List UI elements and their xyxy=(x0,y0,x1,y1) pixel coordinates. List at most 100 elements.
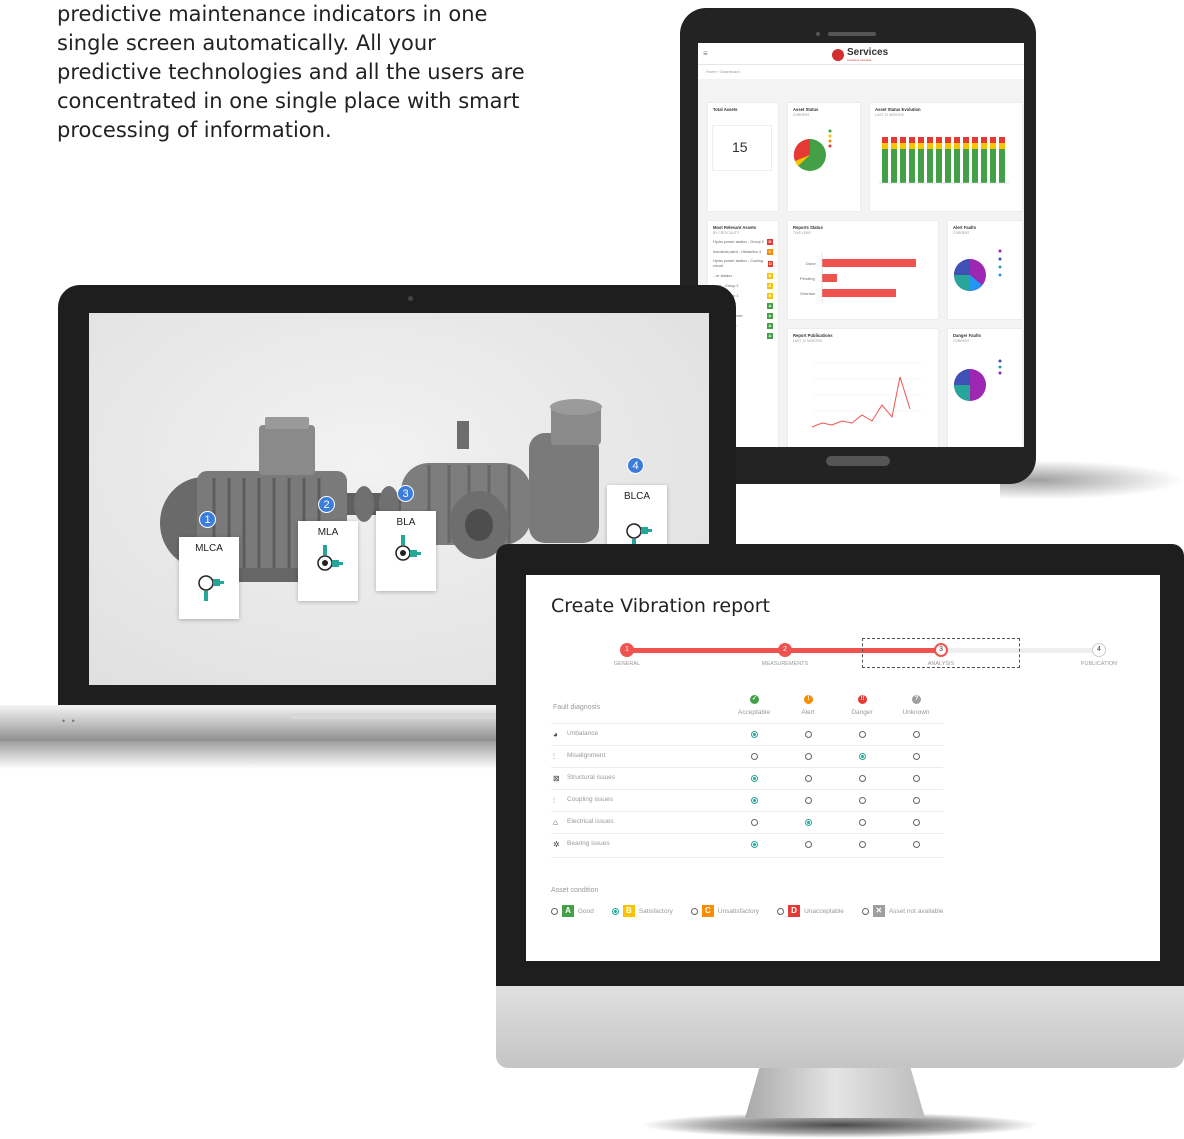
fault-radio-danger[interactable] xyxy=(859,819,866,826)
relevant-asset-item[interactable]: Hydro power station - Group 2D xyxy=(713,239,773,245)
menu-icon[interactable]: ≡ xyxy=(703,49,708,58)
tablet-camera xyxy=(816,32,820,36)
card-subtitle: LAST 12 MONTHS xyxy=(875,113,904,117)
fault-radio-alert[interactable] xyxy=(805,753,812,760)
relevant-asset-item[interactable]: Industrial plant - Hidráulico 4 C xyxy=(713,249,773,255)
tablet-speaker xyxy=(828,32,876,36)
sensor-label: MLA xyxy=(317,527,339,538)
relevant-asset-item[interactable]: ...er station - B xyxy=(713,273,773,279)
laptop-camera xyxy=(408,296,413,301)
sensor-number-badge[interactable]: 2 xyxy=(318,496,335,513)
sensor-number-badge[interactable]: 1 xyxy=(199,511,216,528)
criticality-badge: D xyxy=(767,261,773,267)
asset-condition-option[interactable]: B Satisfactory xyxy=(611,905,673,917)
asset-status-pie xyxy=(793,129,832,171)
sensor-card-mlca[interactable]: MLCA xyxy=(179,537,239,619)
fault-radio-danger[interactable] xyxy=(859,731,866,738)
condition-grade-badge: D xyxy=(788,905,801,917)
fault-radio-acceptable[interactable] xyxy=(751,775,758,782)
fault-radio-danger[interactable] xyxy=(859,753,866,760)
fault-radio-unknown[interactable] xyxy=(913,775,920,782)
intro-line: single screen automatically. All your xyxy=(57,31,436,55)
fault-radio-unknown[interactable] xyxy=(913,753,920,760)
relevant-asset-item[interactable]: Hydro power station - Cooling circuit D xyxy=(713,259,773,269)
criticality-badge: A xyxy=(767,313,773,319)
asset-condition-option[interactable]: C Unsatisfactory xyxy=(690,905,759,917)
reports-status-bar-chart: Done Pending Overdue xyxy=(800,253,916,303)
sensor-card-bla[interactable]: BLA xyxy=(376,511,436,591)
asset-condition-option[interactable]: ✕ Asset not available xyxy=(861,905,943,917)
fault-label: Coupling issues xyxy=(567,796,613,803)
step-4-label[interactable]: PUBLICATION xyxy=(1054,661,1144,667)
breadcrumb[interactable]: Home › Dashboard xyxy=(698,65,1024,79)
fault-radio-acceptable[interactable] xyxy=(751,841,758,848)
fault-radio-acceptable[interactable] xyxy=(751,797,758,804)
danger-faults-card[interactable]: Danger Faults CURRENT xyxy=(948,329,1022,447)
sensor-card-mla[interactable]: MLA xyxy=(298,521,358,601)
alert-icon: ! xyxy=(804,695,813,704)
condition-radio[interactable] xyxy=(611,907,619,915)
step-3-circle[interactable]: 3 xyxy=(934,643,948,657)
step-1-label[interactable]: GENERAL xyxy=(582,661,672,667)
reports-status-card[interactable]: Reports Status THIS YEAR Done Pending Ov… xyxy=(788,221,938,319)
accelerometer-icon xyxy=(198,575,224,601)
fault-label: Electrical issues xyxy=(567,818,614,825)
condition-radio[interactable] xyxy=(551,907,558,915)
svg-text:Done: Done xyxy=(806,261,816,266)
laptop-indicator-lights: • • xyxy=(62,716,77,726)
fault-radio-acceptable[interactable] xyxy=(751,753,758,760)
condition-radio[interactable] xyxy=(861,907,869,915)
condition-radio[interactable] xyxy=(690,907,698,915)
step-2-label[interactable]: MEASUREMENTS xyxy=(740,661,830,667)
page-title: Create Vibration report xyxy=(551,595,771,617)
fault-radio-acceptable[interactable] xyxy=(751,731,758,738)
card-title: Total Assets xyxy=(713,107,738,112)
report-publications-card[interactable]: Report Publications LAST 12 MONTHS xyxy=(788,329,938,447)
sensor-label: MLCA xyxy=(195,543,223,554)
criticality-badge: D xyxy=(767,239,773,245)
step-3-label[interactable]: ANALYSIS xyxy=(896,661,986,667)
fault-radio-unknown[interactable] xyxy=(913,841,920,848)
step-4-circle[interactable]: 4 xyxy=(1092,643,1106,657)
fault-label: Misalignment xyxy=(567,752,606,759)
condition-label: Satisfactory xyxy=(638,907,673,915)
fault-radio-danger[interactable] xyxy=(859,841,866,848)
relevant-asset-label: Hydro power station - Group 2 xyxy=(713,239,764,244)
card-subtitle: CURRENT xyxy=(953,231,970,235)
total-assets-card[interactable]: Total Assets 15 xyxy=(708,103,778,211)
fault-radio-alert[interactable] xyxy=(805,775,812,782)
criticality-badge: A xyxy=(767,333,773,339)
condition-radio[interactable] xyxy=(777,907,785,915)
relevant-asset-label: ...er station - xyxy=(713,273,735,278)
alert-faults-card[interactable]: Alert Faults CURRENT xyxy=(948,221,1022,319)
fault-radio-unknown[interactable] xyxy=(913,819,920,826)
step-1-circle[interactable]: 1 xyxy=(620,643,634,657)
step-2-circle[interactable]: 2 xyxy=(778,643,792,657)
asset-condition-option[interactable]: D Unacceptable xyxy=(777,905,844,917)
fault-radio-unknown[interactable] xyxy=(913,797,920,804)
fault-radio-unknown[interactable] xyxy=(913,731,920,738)
fault-radio-danger[interactable] xyxy=(859,775,866,782)
asset-status-card[interactable]: Asset Status CURRENT xyxy=(788,103,860,211)
fault-radio-alert[interactable] xyxy=(805,797,812,804)
bearing-icon: ✲ xyxy=(553,840,560,849)
column-unknown: Unknown xyxy=(902,709,930,716)
sensor-number-badge[interactable]: 3 xyxy=(397,485,414,502)
card-subtitle: BY CRITICALITY xyxy=(713,231,740,235)
fault-radio-danger[interactable] xyxy=(859,797,866,804)
condition-grade-badge: B xyxy=(622,905,635,917)
asset-condition-option[interactable]: A Good xyxy=(551,905,594,917)
brand-logo: Services company example xyxy=(832,48,888,62)
fault-radio-alert[interactable] xyxy=(805,819,812,826)
intro-line: predictive technologies and all the user… xyxy=(57,60,525,84)
status-evolution-bars xyxy=(879,137,1009,184)
card-title: Report Publications xyxy=(793,333,833,338)
fault-radio-alert[interactable] xyxy=(805,731,812,738)
brand-name: Services xyxy=(847,47,889,58)
card-title: Most Relevant Assets xyxy=(713,225,757,230)
accelerometer-icon xyxy=(395,535,421,561)
asset-status-evolution-card[interactable]: Asset Status Evolution LAST 12 MONTHS xyxy=(870,103,1022,211)
fault-radio-alert[interactable] xyxy=(805,841,812,848)
sensor-number-badge[interactable]: 4 xyxy=(627,457,644,474)
fault-radio-acceptable[interactable] xyxy=(751,819,758,826)
